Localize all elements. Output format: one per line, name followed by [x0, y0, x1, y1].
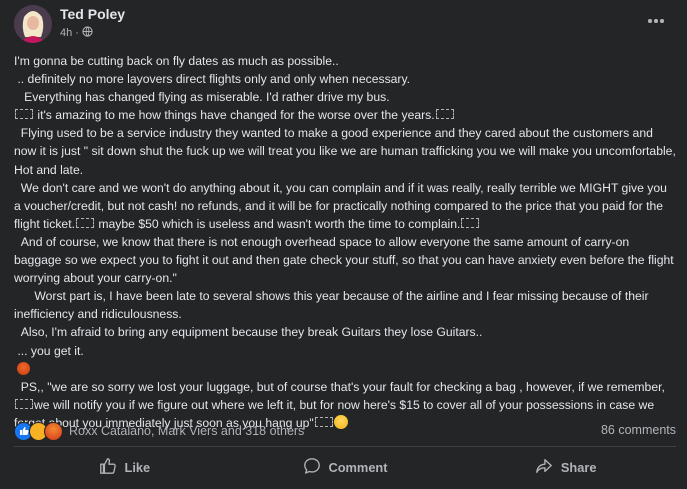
comment-button[interactable]: Comment: [235, 450, 456, 484]
angry-reaction-icon[interactable]: [44, 421, 63, 441]
globe-icon[interactable]: [82, 26, 93, 40]
unsupported-emoji-icon: [435, 109, 454, 120]
post-text-segment: it's amazing to me how things have chang…: [34, 108, 435, 123]
separator-dot: ·: [75, 27, 79, 39]
post-time[interactable]: 4h: [60, 27, 72, 39]
comments-count[interactable]: 86 comments: [601, 423, 676, 437]
author-name[interactable]: Ted Poley: [60, 6, 125, 22]
comment-label: Comment: [328, 459, 388, 475]
more-options-icon[interactable]: [644, 11, 668, 31]
unsupported-emoji-icon: [75, 217, 94, 228]
post-text-line: Worst part is, I have been late to sever…: [14, 289, 652, 322]
share-label: Share: [560, 459, 597, 475]
post-card: Ted Poley 4h · I'm gonna be cutting back…: [0, 0, 687, 489]
unsupported-emoji-icon: [15, 398, 33, 409]
post-meta: 4h ·: [60, 26, 93, 40]
post-body: I'm gonna be cutting back on fly dates a…: [14, 52, 676, 432]
like-button[interactable]: Like: [14, 450, 235, 484]
divider: [14, 446, 676, 447]
post-text-line: [14, 360, 676, 378]
unsupported-emoji-icon: [461, 217, 480, 228]
action-bar: Like Comment Share: [14, 450, 676, 484]
post-text-line: .. definitely no more layovers direct fl…: [14, 72, 411, 87]
reactions-bar: Roxx Catalano, Mark Viers and 318 others…: [14, 421, 676, 441]
post-text-line: ... you get it.: [14, 343, 84, 358]
angry-face-icon: [17, 361, 31, 375]
post-text-line: Flying used to be a service industry the…: [14, 126, 680, 177]
post-text-line: Also, I'm afraid to bring any equipment …: [14, 325, 483, 340]
share-icon: [535, 457, 553, 478]
author-avatar[interactable]: [14, 5, 52, 43]
post-header: Ted Poley 4h ·: [14, 5, 674, 45]
post-text-segment: PS,, "we are so sorry we lost your lugga…: [14, 379, 669, 394]
reaction-names[interactable]: Roxx Catalano, Mark Viers and 318 others: [69, 424, 304, 438]
post-text-segment: maybe $50 which is useless and wasn't wo…: [94, 216, 461, 231]
post-text-line: We don't care and we won't do anything a…: [14, 179, 676, 233]
unsupported-emoji-icon: [15, 109, 33, 120]
thumbs-up-icon: [99, 457, 117, 478]
like-label: Like: [124, 459, 151, 475]
post-text-line: And of course, we know that there is not…: [14, 234, 678, 286]
post-text-line: Everything has changed flying as miserab…: [14, 90, 390, 105]
comment-icon: [303, 457, 321, 478]
post-text-line: I'm gonna be cutting back on fly dates a…: [14, 54, 339, 68]
post-text-line: it's amazing to me how things have chang…: [14, 106, 676, 124]
share-button[interactable]: Share: [455, 450, 676, 484]
